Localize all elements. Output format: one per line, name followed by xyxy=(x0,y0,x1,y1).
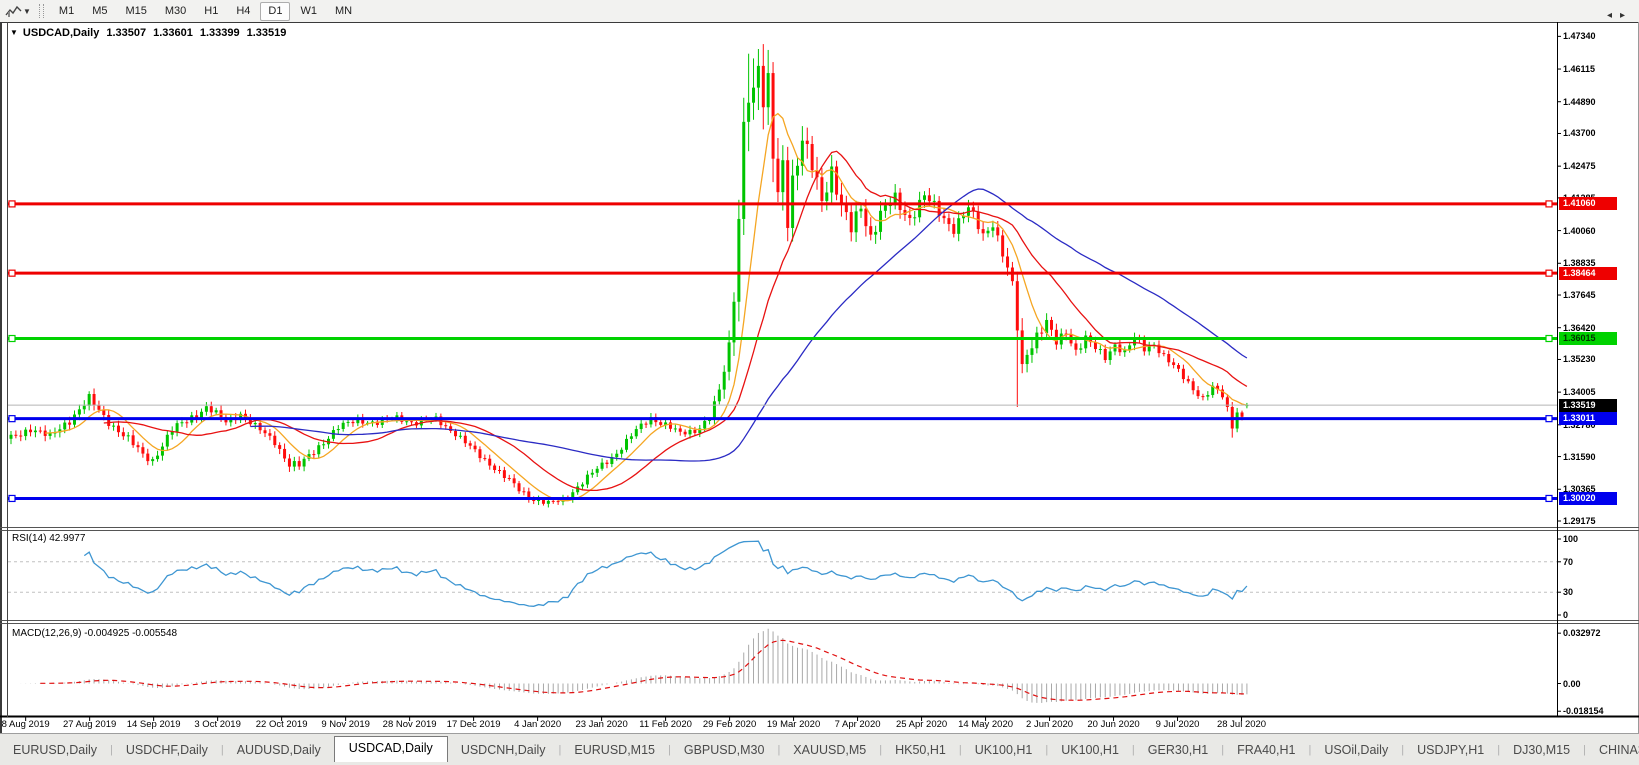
symbol-period-label: USDCAD,Daily xyxy=(23,27,99,39)
date-tick-label: 14 May 2020 xyxy=(958,719,1013,730)
date-tick-label: 29 Feb 2020 xyxy=(703,719,756,730)
chart-tab-uk100-h1[interactable]: UK100,H1 xyxy=(1048,740,1132,760)
chart-tab-ger30-h1[interactable]: GER30,H1 xyxy=(1135,740,1221,760)
price-tick-label: 1.34005 xyxy=(1563,387,1596,398)
date-tick-label: 2 Jun 2020 xyxy=(1026,719,1073,730)
date-tick-label: 19 Mar 2020 xyxy=(767,719,820,730)
price-tick-label: 1.37645 xyxy=(1563,290,1596,301)
ohlc-high: 1.33601 xyxy=(153,27,193,39)
rsi-scale-label: 30 xyxy=(1563,587,1573,598)
date-tick-label: 7 Apr 2020 xyxy=(835,719,881,730)
price-tick-label: 1.40060 xyxy=(1563,226,1596,237)
rsi-scale-label: 0 xyxy=(1563,610,1568,621)
hline-price-tag[interactable]: 1.36015 xyxy=(1559,332,1617,345)
date-tick-label: 28 Nov 2019 xyxy=(383,719,437,730)
macd-label: MACD(12,26,9) -0.004925 -0.005548 xyxy=(12,628,177,639)
price-tick-label: 1.47340 xyxy=(1563,31,1596,42)
hline-price-tag[interactable]: 1.38464 xyxy=(1559,267,1617,280)
objects-collapse-icon[interactable]: ▼ xyxy=(10,28,18,37)
date-tick-label: 9 Jul 2020 xyxy=(1156,719,1200,730)
current-price-tag: 1.33519 xyxy=(1559,399,1617,412)
date-tick-label: 17 Dec 2019 xyxy=(447,719,501,730)
macd-scale-label: -0.018154 xyxy=(1563,706,1604,717)
date-tick-label: 27 Aug 2019 xyxy=(63,719,116,730)
chart-tab-usdchf-daily[interactable]: USDCHF,Daily xyxy=(113,740,221,760)
date-tick-label: 14 Sep 2019 xyxy=(127,719,181,730)
chart-tab-usdcad-daily[interactable]: USDCAD,Daily xyxy=(334,736,448,762)
chart-canvas[interactable] xyxy=(0,0,1639,765)
rsi-scale-label: 70 xyxy=(1563,557,1573,568)
chart-tab-uk100-h1[interactable]: UK100,H1 xyxy=(962,740,1046,760)
chart-tab-usdcnh-daily[interactable]: USDCNH,Daily xyxy=(448,740,559,760)
chart-tab-dj30-m15[interactable]: DJ30,M15 xyxy=(1500,740,1583,760)
chart-tab-bar: EURUSD,Daily|USDCHF,Daily|AUDUSD,DailyUS… xyxy=(0,733,1639,765)
ohlc-open: 1.33507 xyxy=(106,27,146,39)
date-tick-label: 28 Jul 2020 xyxy=(1217,719,1266,730)
chart-tab-fra40-h1[interactable]: FRA40,H1 xyxy=(1224,740,1308,760)
tab-scroll-left-icon[interactable]: ◂ xyxy=(1607,10,1620,21)
rsi-label: RSI(14) 42.9977 xyxy=(12,533,85,544)
tab-scroll-right-icon[interactable]: ▸ xyxy=(1620,10,1633,21)
date-tick-label: 3 Oct 2019 xyxy=(194,719,240,730)
price-tick-label: 1.43700 xyxy=(1563,128,1596,139)
hline-price-tag[interactable]: 1.30020 xyxy=(1559,492,1617,505)
price-tick-label: 1.46115 xyxy=(1563,64,1595,75)
price-tick-label: 1.42475 xyxy=(1563,161,1596,172)
mt4-terminal: ▼ M1M5M15M30H1H4D1W1MN ▼USDCAD,Daily1.33… xyxy=(0,0,1639,765)
chart-tab-eurusd-m15[interactable]: EURUSD,M15 xyxy=(561,740,668,760)
date-tick-label: 4 Jan 2020 xyxy=(514,719,561,730)
date-tick-label: 23 Jan 2020 xyxy=(575,719,627,730)
chart-tab-usdjpy-h1[interactable]: USDJPY,H1 xyxy=(1404,740,1497,760)
date-tick-label: 8 Aug 2019 xyxy=(2,719,50,730)
ohlc-low: 1.33399 xyxy=(200,27,240,39)
date-tick-label: 9 Nov 2019 xyxy=(321,719,370,730)
price-tick-label: 1.29175 xyxy=(1563,516,1596,527)
chart-tab-gbpusd-m30[interactable]: GBPUSD,M30 xyxy=(671,740,778,760)
macd-scale-label: 0.00 xyxy=(1563,679,1581,690)
chart-tab-xauusd-m5[interactable]: XAUUSD,M5 xyxy=(780,740,879,760)
macd-scale-label: 0.032972 xyxy=(1563,628,1601,639)
hline-price-tag[interactable]: 1.33011 xyxy=(1559,412,1617,425)
hline-price-tag[interactable]: 1.41060 xyxy=(1559,197,1617,210)
chart-tab-hk50-h1[interactable]: HK50,H1 xyxy=(882,740,959,760)
chart-tab-usoil-daily[interactable]: USOil,Daily xyxy=(1311,740,1401,760)
chart-title: ▼ USDCAD,Daily 1.33507 1.33601 1.33399 1.3351… xyxy=(10,27,286,39)
price-tick-label: 1.35230 xyxy=(1563,354,1596,365)
chart-tab-audusd-daily[interactable]: AUDUSD,Daily xyxy=(224,740,334,760)
date-tick-label: 25 Apr 2020 xyxy=(896,719,947,730)
date-tick-label: 22 Oct 2019 xyxy=(256,719,308,730)
rsi-scale-label: 100 xyxy=(1563,534,1578,545)
date-tick-label: 11 Feb 2020 xyxy=(639,719,692,730)
price-tick-label: 1.44890 xyxy=(1563,97,1596,108)
chart-tab-china300-h4[interactable]: CHINA300,H4 xyxy=(1586,740,1639,760)
price-tick-label: 1.31590 xyxy=(1563,452,1596,463)
ohlc-close: 1.33519 xyxy=(247,27,287,39)
date-tick-label: 20 Jun 2020 xyxy=(1087,719,1139,730)
tab-scroll-arrows: ◂▸ xyxy=(1607,10,1633,21)
chart-tab-eurusd-daily[interactable]: EURUSD,Daily xyxy=(0,740,110,760)
